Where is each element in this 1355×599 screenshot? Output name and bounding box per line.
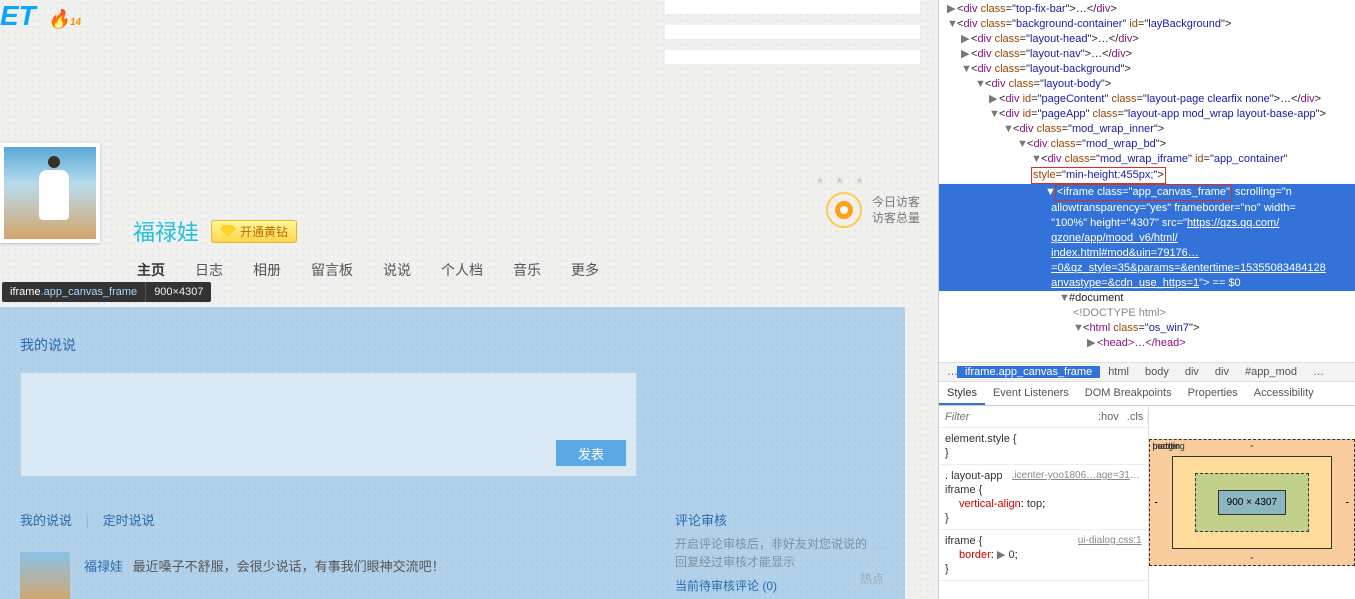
css-rule[interactable]: ui-dialog.css:1 iframe { border: ▶ 0; } [939, 530, 1148, 581]
shuoshuo-title: 我的说说 [20, 335, 76, 355]
qzone-page: ET 🔥14 福禄娃 开通黄钻 ★ ★ ★ 今日访客 访客总量 主页 日志 相册… [0, 0, 938, 599]
dom-node[interactable]: ▼<div id="pageApp" class="layout-app mod… [939, 107, 1355, 122]
dom-node[interactable]: ▼<div class="mod_wrap_inner"> [939, 122, 1355, 137]
cls-toggle[interactable]: .cls [1123, 411, 1148, 423]
tab-mine[interactable]: 我的说说 [20, 513, 72, 528]
crumb[interactable]: body [1137, 366, 1177, 378]
crumb[interactable]: #app_mod [1237, 366, 1305, 378]
feed-text: 最近嗓子不舒服，会很少说话，有事我们眼神交流吧！ [133, 559, 445, 574]
dom-node-selected[interactable]: allowtransparency="yes" frameborder="no"… [939, 201, 1355, 216]
logo-text: ET [0, 0, 36, 31]
collapse-icon[interactable]: ︿ [870, 530, 886, 554]
tab-dom-breakpoints[interactable]: DOM Breakpoints [1077, 382, 1180, 405]
user-row: 福禄娃 开通黄钻 [133, 215, 297, 247]
dom-node[interactable]: ▼<html class="os_win7"> [939, 321, 1355, 336]
elements-tree[interactable]: ▶<div class="top-fix-bar">…</div> ▼<div … [939, 0, 1355, 362]
crumb-iframe[interactable]: iframe.app_canvas_frame [957, 366, 1100, 378]
dom-node[interactable]: ▼<div class="mod_wrap_bd"> [939, 137, 1355, 152]
logo: ET 🔥14 [0, 0, 81, 32]
dom-node[interactable]: ▶<head>…</head> [939, 336, 1355, 351]
dom-node[interactable]: <!DOCTYPE html> [939, 306, 1355, 321]
dom-node[interactable]: ▼<div class="layout-body"> [939, 77, 1355, 92]
dom-node[interactable]: ▶<div class="top-fix-bar">…</div> [939, 2, 1355, 17]
dom-node-selected[interactable]: index.html#mod&uin=79176… [939, 246, 1355, 261]
tab-timed[interactable]: 定时说说 [103, 513, 155, 528]
nav-album[interactable]: 相册 [253, 260, 281, 286]
devtools-tabs: Styles Event Listeners DOM Breakpoints P… [939, 382, 1355, 406]
tab-properties[interactable]: Properties [1180, 382, 1246, 405]
dom-node[interactable]: ▼<div class="mod_wrap_iframe" id="app_co… [939, 152, 1355, 167]
dom-node[interactable]: ▶<div class="layout-head">…</div> [939, 32, 1355, 47]
visitor-block: 今日访客 访客总量 [826, 192, 920, 228]
breadcrumb[interactable]: … iframe.app_canvas_frame html body div … [939, 362, 1355, 382]
devtools-panel: ▶<div class="top-fix-bar">…</div> ▼<div … [938, 0, 1355, 599]
crumb[interactable]: div [1207, 366, 1237, 378]
user-name: 福禄娃 [133, 215, 199, 247]
crumb-ellipsis[interactable]: … [1305, 366, 1323, 378]
css-rule[interactable]: .icenter-yoo1806…age=31536000:1 . layout… [939, 465, 1148, 530]
dom-node-selected[interactable]: ▼<iframe class="app_canvas_frame" scroll… [939, 184, 1355, 201]
box-content-size: 900 × 4307 [1218, 490, 1286, 515]
shuoshuo-tabs: 我的说说 | 定时说说 [20, 510, 155, 529]
crumb-ellipsis[interactable]: … [939, 366, 957, 378]
feed-author[interactable]: 福禄娃 [84, 559, 123, 574]
css-rules: :hov .cls + element.style { } .icenter-y… [939, 406, 1149, 599]
tab-event-listeners[interactable]: Event Listeners [985, 382, 1077, 405]
stars-icon: ★ ★ ★ [816, 176, 868, 187]
visitor-total: 访客总量 [872, 210, 920, 226]
nav-profile[interactable]: 个人档 [441, 260, 483, 286]
vip-badge[interactable]: 开通黄钻 [211, 220, 297, 243]
compose-box[interactable]: 发表 [20, 372, 637, 477]
filter-input[interactable] [939, 408, 1094, 426]
avatar[interactable] [0, 143, 100, 243]
dom-node[interactable]: ▶<div id="pageContent" class="layout-pag… [939, 92, 1355, 107]
hov-toggle[interactable]: :hov [1094, 411, 1123, 423]
dom-node[interactable]: ▶<div class="layout-nav">…</div> [939, 47, 1355, 62]
review-title: 评论审核 [675, 510, 867, 529]
nav-msgboard[interactable]: 留言板 [311, 260, 353, 286]
nav-shuoshuo[interactable]: 说说 [383, 260, 411, 286]
feed-avatar[interactable] [20, 552, 70, 599]
review-pending-link[interactable]: 当前待审核评论 (0) [675, 577, 867, 594]
dom-node[interactable]: ▼<div class="background-container" id="l… [939, 17, 1355, 32]
dom-node-selected[interactable]: "100%" height="4307" src="https://qzs.qq… [939, 216, 1355, 231]
review-section: 评论审核 开启评论审核后，非好友对您说说的 回复经过审核才能显示 当前待审核评论… [675, 510, 867, 594]
feed-item: 福禄娃 最近嗓子不舒服，会很少说话，有事我们眼神交流吧！ [20, 552, 640, 599]
inspect-tooltip: iframe.app_canvas_frame 900×4307 [2, 282, 211, 302]
tab-accessibility[interactable]: Accessibility [1246, 382, 1322, 405]
publish-button[interactable]: 发表 [556, 440, 626, 466]
dom-node-selected[interactable]: =0&qz_style=35&params=&entertime=1535508… [939, 261, 1355, 276]
dom-node[interactable]: ▼#document [939, 291, 1355, 306]
placeholder-box [665, 0, 920, 14]
dom-node-selected[interactable]: qzone/app/mood_v6/html/ [939, 231, 1355, 246]
dom-node[interactable]: ▼<div class="layout-background"> [939, 62, 1355, 77]
crumb[interactable]: div [1177, 366, 1207, 378]
styles-pane: :hov .cls + element.style { } .icenter-y… [939, 406, 1355, 599]
nav-music[interactable]: 音乐 [513, 260, 541, 286]
flame-icon: 🔥14 [48, 9, 82, 29]
css-rule[interactable]: element.style { } [939, 428, 1148, 465]
crumb[interactable]: html [1100, 366, 1137, 378]
hot-label[interactable]: 热点 [860, 570, 884, 587]
tab-styles[interactable]: Styles [939, 382, 985, 405]
visitor-today: 今日访客 [872, 194, 920, 210]
placeholder-box [665, 25, 920, 39]
dom-node-selected[interactable]: anvastype=&cdn_use_https=1"> == $0 [939, 276, 1355, 291]
diamond-icon [220, 225, 236, 237]
nav-more[interactable]: 更多 [571, 260, 599, 286]
eye-icon [826, 192, 862, 228]
placeholder-box [665, 50, 920, 64]
dom-node-style[interactable]: style="min-height:455px;"> [939, 167, 1355, 184]
box-model: margin -- -- border -- -- padding -- -- … [1149, 406, 1355, 599]
